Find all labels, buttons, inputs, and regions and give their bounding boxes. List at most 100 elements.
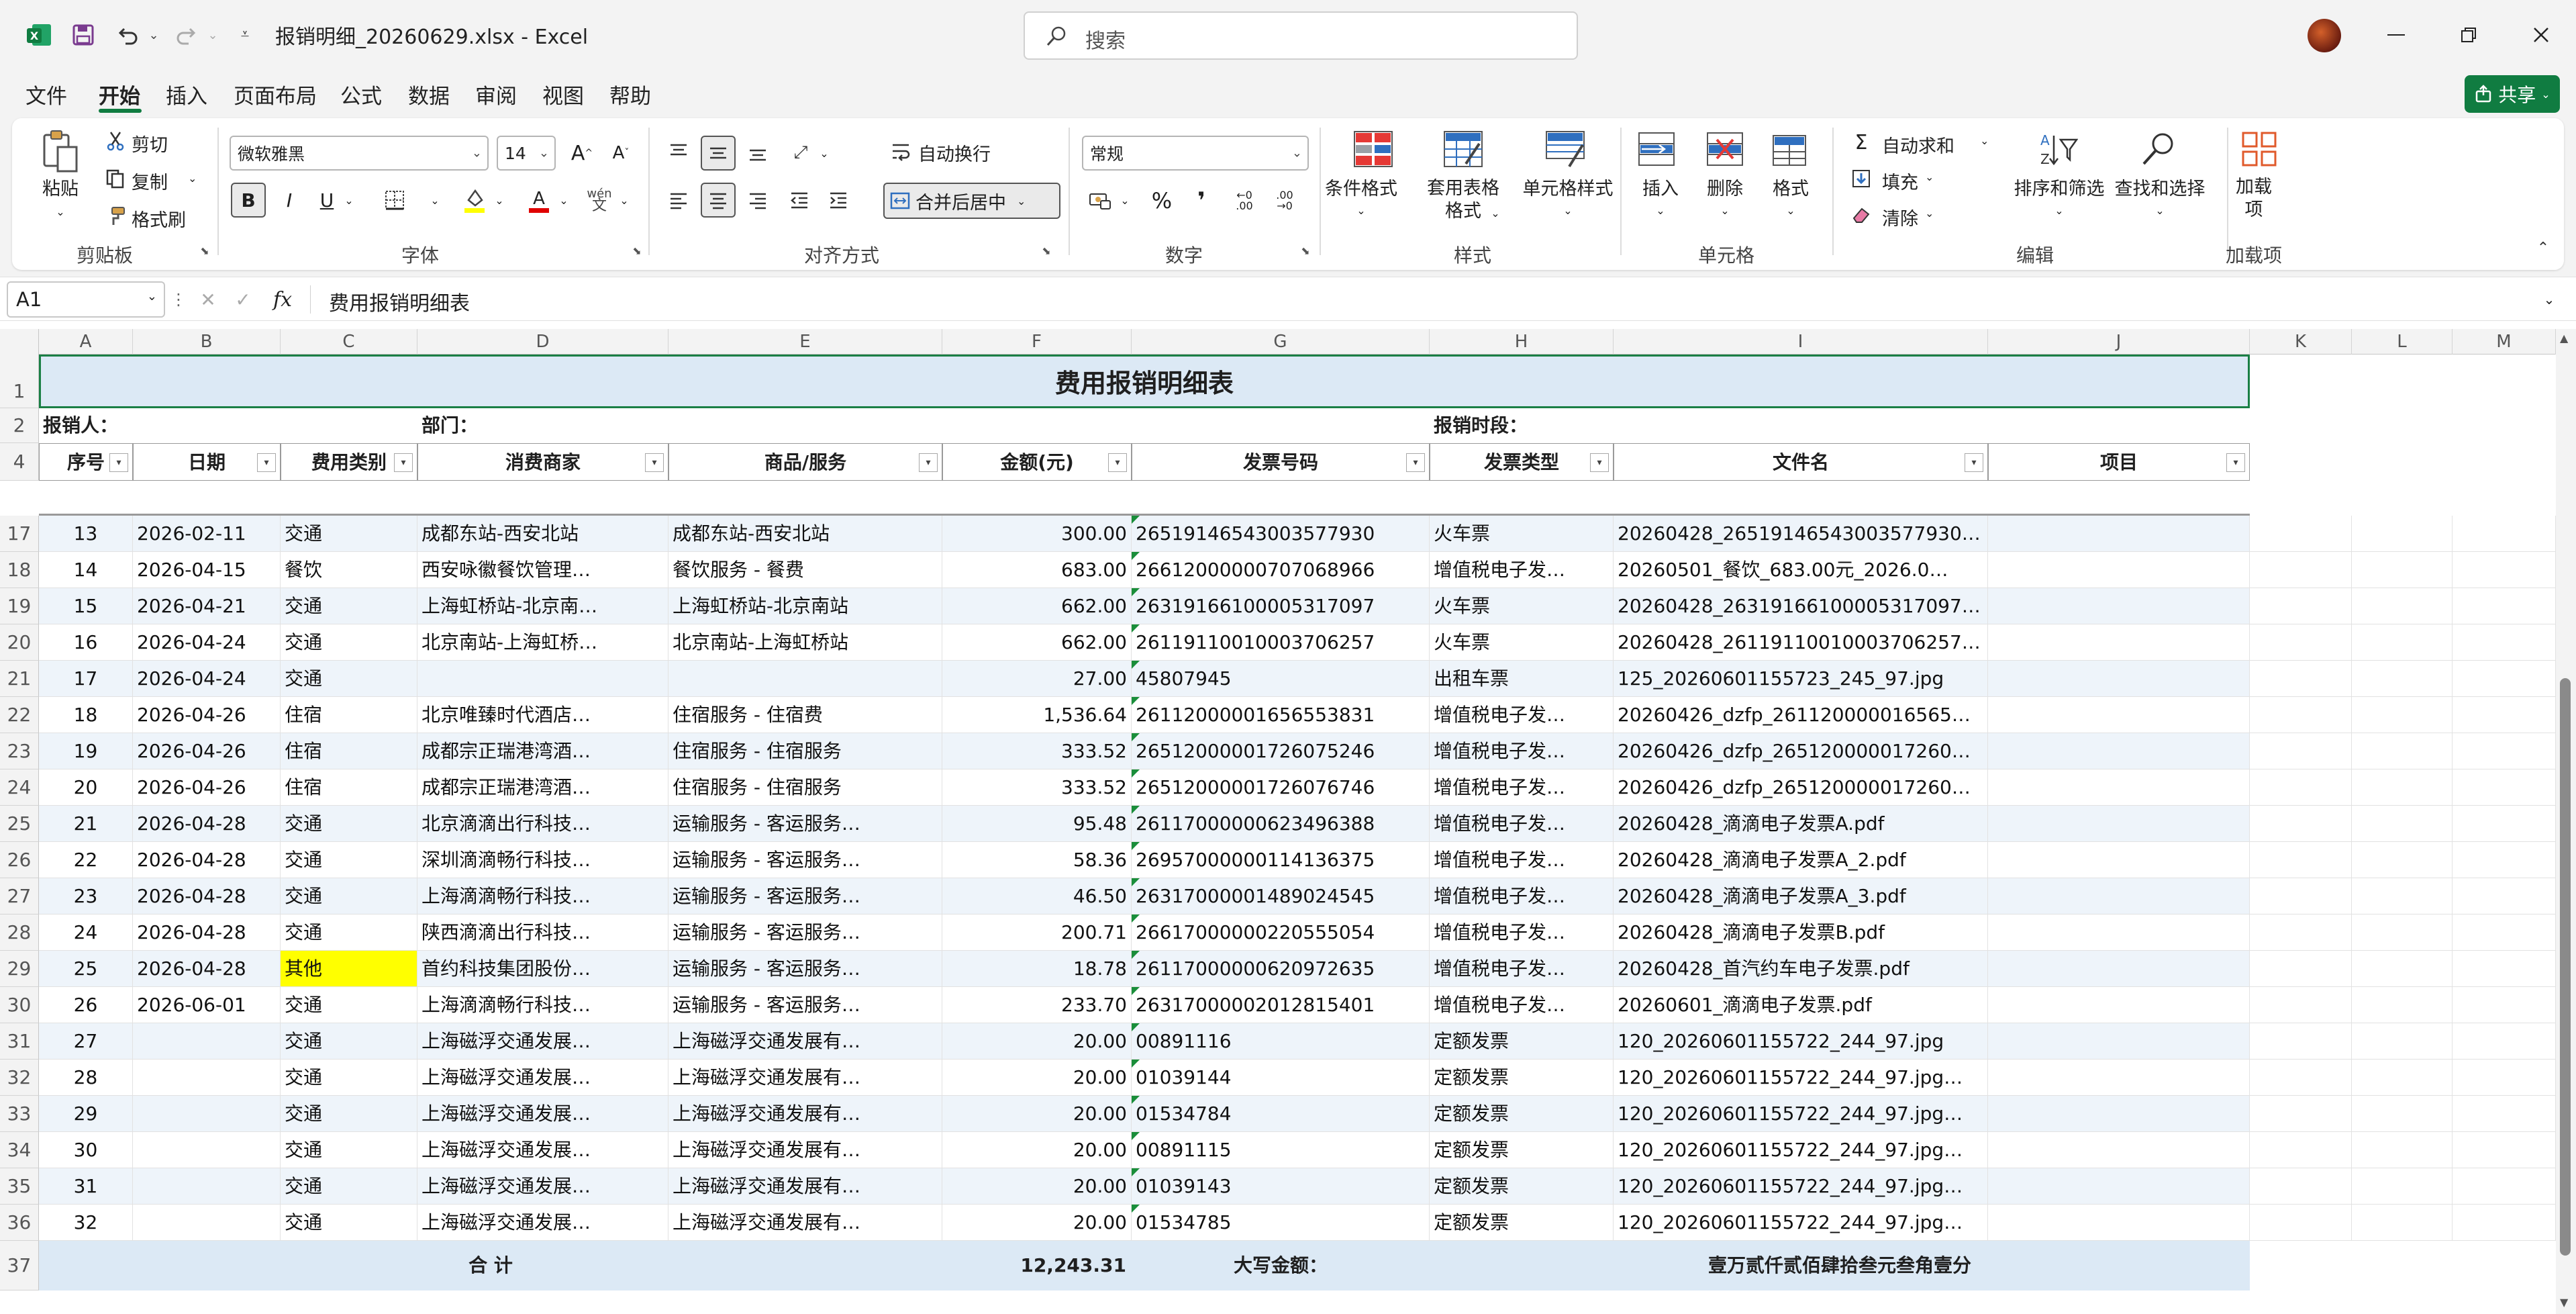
table-cell[interactable]: [2250, 624, 2352, 661]
table-cell[interactable]: 运输服务 - 客运服务…: [668, 914, 942, 951]
table-cell[interactable]: 1,536.64: [942, 697, 1132, 733]
number-format-select[interactable]: 常规 ⌄: [1082, 136, 1309, 171]
sort-filter-dropdown-icon[interactable]: ⌄: [2054, 199, 2063, 223]
table-cell[interactable]: [2453, 878, 2556, 914]
column-title[interactable]: 文件名 ▾: [1614, 443, 1988, 481]
table-cell[interactable]: 20260428_首汽约车电子发票.pdf: [1614, 951, 1988, 987]
table-cell[interactable]: [2352, 1168, 2453, 1205]
row-header[interactable]: 18: [0, 552, 39, 588]
table-cell[interactable]: [133, 1168, 281, 1205]
table-cell[interactable]: [2453, 516, 2556, 552]
table-cell[interactable]: 20.00: [942, 1023, 1132, 1060]
table-cell[interactable]: 27: [39, 1023, 133, 1060]
table-cell[interactable]: 运输服务 - 客运服务…: [668, 951, 942, 987]
row-header[interactable]: 27: [0, 878, 39, 914]
table-cell[interactable]: [2453, 588, 2556, 624]
table-cell[interactable]: 交通: [281, 661, 417, 697]
table-cell[interactable]: [2250, 1096, 2352, 1132]
column-header-g[interactable]: G: [1132, 329, 1430, 355]
row-header[interactable]: 28: [0, 914, 39, 951]
table-cell[interactable]: 北京唯臻时代酒店…: [417, 697, 668, 733]
number-launcher-icon[interactable]: ⬊: [1298, 243, 1313, 258]
font-color-dropdown-icon[interactable]: ⌄: [557, 192, 571, 208]
menu-view[interactable]: 视图: [542, 79, 584, 109]
merge-center-button[interactable]: 合并后居中 ⌄: [883, 183, 1060, 219]
row-header[interactable]: 33: [0, 1096, 39, 1132]
table-cell[interactable]: 26612000000707068966: [1132, 552, 1430, 588]
table-cell[interactable]: [1988, 1023, 2250, 1060]
alignment-launcher-icon[interactable]: ⬊: [1039, 243, 1054, 258]
table-cell[interactable]: 交通: [281, 624, 417, 661]
table-cell[interactable]: 120_20260601155722_244_97.jpg…: [1614, 1205, 1988, 1241]
table-cell[interactable]: 住宿: [281, 697, 417, 733]
table-cell[interactable]: [2352, 1096, 2453, 1132]
table-cell[interactable]: 2026-04-28: [133, 951, 281, 987]
vertical-scrollbar[interactable]: ▲ ▼: [2556, 329, 2576, 1314]
table-cell[interactable]: 火车票: [1430, 588, 1614, 624]
uppercase-label[interactable]: 大写金额：: [1132, 1241, 1430, 1290]
table-cell[interactable]: 17: [39, 661, 133, 697]
align-top-icon[interactable]: [662, 136, 695, 169]
table-cell[interactable]: 增值税电子发…: [1430, 914, 1614, 951]
table-cell[interactable]: [2250, 914, 2352, 951]
table-cell[interactable]: 增值税电子发…: [1430, 842, 1614, 878]
copy-dropdown-icon[interactable]: ⌄: [188, 172, 197, 185]
column-header-h[interactable]: H: [1430, 329, 1614, 355]
table-cell[interactable]: [2453, 987, 2556, 1023]
table-cell[interactable]: [2453, 842, 2556, 878]
table-cell[interactable]: 上海磁浮交通发展有…: [668, 1168, 942, 1205]
font-name-select[interactable]: 微软雅黑 ⌄: [230, 136, 489, 171]
table-cell[interactable]: 上海磁浮交通发展…: [417, 1168, 668, 1205]
table-cell[interactable]: [1988, 1132, 2250, 1168]
conditional-format-button[interactable]: 条件格式: [1325, 177, 1397, 201]
table-cell[interactable]: 陕西滴滴出行科技…: [417, 914, 668, 951]
paste-dropdown-icon[interactable]: ⌄: [56, 200, 64, 224]
column-header-a[interactable]: A: [39, 329, 133, 355]
table-cell[interactable]: 19: [39, 733, 133, 769]
table-cell[interactable]: 25: [39, 951, 133, 987]
row-header[interactable]: 35: [0, 1168, 39, 1205]
close-icon[interactable]: [2521, 20, 2561, 50]
underline-icon[interactable]: U: [311, 183, 342, 218]
table-cell[interactable]: [2453, 697, 2556, 733]
row-header[interactable]: 1: [0, 355, 39, 408]
align-middle-icon[interactable]: [701, 136, 736, 171]
insert-function-icon[interactable]: fx: [267, 285, 298, 314]
align-left-icon[interactable]: [662, 183, 695, 218]
table-cell[interactable]: [2453, 1168, 2556, 1205]
table-cell[interactable]: 成都东站-西安北站: [417, 516, 668, 552]
table-cell[interactable]: [2250, 516, 2352, 552]
table-cell[interactable]: 上海虹桥站-北京南…: [417, 588, 668, 624]
table-cell[interactable]: 662.00: [942, 588, 1132, 624]
collapse-ribbon-icon[interactable]: ⌃: [2533, 238, 2553, 258]
table-cell[interactable]: 运输服务 - 客运服务…: [668, 806, 942, 842]
table-cell[interactable]: 上海虹桥站-北京南站: [668, 588, 942, 624]
align-right-icon[interactable]: [741, 183, 775, 218]
table-cell[interactable]: 交通: [281, 842, 417, 878]
table-cell[interactable]: 出租车票: [1430, 661, 1614, 697]
table-cell[interactable]: 01534785: [1132, 1205, 1430, 1241]
table-cell[interactable]: [2453, 1096, 2556, 1132]
table-cell[interactable]: [2352, 806, 2453, 842]
table-cell[interactable]: 26519146543003577930: [1132, 516, 1430, 552]
table-cell[interactable]: 交通: [281, 987, 417, 1023]
table-cell[interactable]: 120_20260601155722_244_97.jpg…: [1614, 1168, 1988, 1205]
table-cell[interactable]: 29: [39, 1096, 133, 1132]
row-header[interactable]: 17: [0, 516, 39, 552]
table-cell[interactable]: 北京南站-上海虹桥站: [668, 624, 942, 661]
clear-button[interactable]: 清除: [1882, 204, 1918, 230]
table-cell[interactable]: 2026-04-15: [133, 552, 281, 588]
table-cell[interactable]: 58.36: [942, 842, 1132, 878]
table-cell[interactable]: 上海磁浮交通发展有…: [668, 1132, 942, 1168]
table-cell[interactable]: 01039144: [1132, 1060, 1430, 1096]
table-cell[interactable]: 45807945: [1132, 661, 1430, 697]
cell-styles-dropdown-icon[interactable]: ⌄: [1563, 199, 1572, 223]
table-cell[interactable]: 20260501_餐饮_683.00元_2026.0…: [1614, 552, 1988, 588]
table-cell[interactable]: 683.00: [942, 552, 1132, 588]
row-header[interactable]: 30: [0, 987, 39, 1023]
italic-icon[interactable]: I: [274, 183, 305, 218]
delete-cells-button[interactable]: 删除: [1707, 177, 1743, 201]
fill-color-icon[interactable]: [459, 183, 490, 218]
table-cell[interactable]: [2352, 552, 2453, 588]
table-cell[interactable]: 上海磁浮交通发展…: [417, 1060, 668, 1096]
